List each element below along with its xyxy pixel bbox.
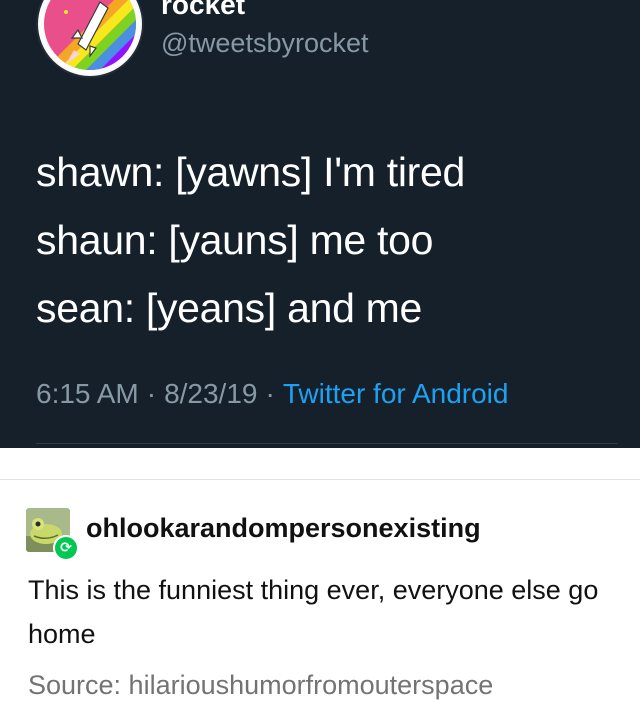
source-link[interactable]: Source: hilarioushumorfromouterspace bbox=[28, 668, 493, 702]
reblog-icon: ⟳ bbox=[53, 535, 79, 561]
reblog-username[interactable]: ohlookarandompersonexisting bbox=[86, 511, 481, 545]
tweet-line: sean: [yeans] and me bbox=[36, 285, 423, 331]
tweet-time[interactable]: 6:15 AM bbox=[36, 378, 139, 409]
tweet-metadata: 6:15 AM · 8/23/19 · Twitter for Android bbox=[36, 376, 508, 412]
spacer bbox=[0, 448, 640, 478]
tweet-handle[interactable]: @tweetsbyrocket bbox=[161, 26, 368, 60]
meta-separator: · bbox=[146, 378, 157, 409]
tweet-client-link[interactable]: Twitter for Android bbox=[283, 378, 509, 409]
tweet-text: shawn: [yawns] I'm tired shaun: [yauns] … bbox=[36, 138, 465, 342]
post-divider bbox=[0, 479, 640, 480]
meta-separator: · bbox=[265, 378, 275, 409]
tweet-line: shawn: [yawns] I'm tired bbox=[36, 149, 466, 195]
tweet-divider bbox=[36, 443, 618, 444]
tweet-display-name[interactable]: rocket bbox=[161, 0, 245, 22]
tweet-avatar[interactable] bbox=[38, 0, 142, 76]
tweet-date[interactable]: 8/23/19 bbox=[164, 378, 257, 409]
tweet-line: shaun: [yauns] me too bbox=[36, 217, 434, 263]
space-shuttle-rainbow-icon bbox=[40, 0, 140, 74]
reblog-comment: This is the funniest thing ever, everyon… bbox=[28, 575, 599, 649]
tweet-card: rocket @tweetsbyrocket shawn: [yawns] I'… bbox=[0, 0, 640, 448]
